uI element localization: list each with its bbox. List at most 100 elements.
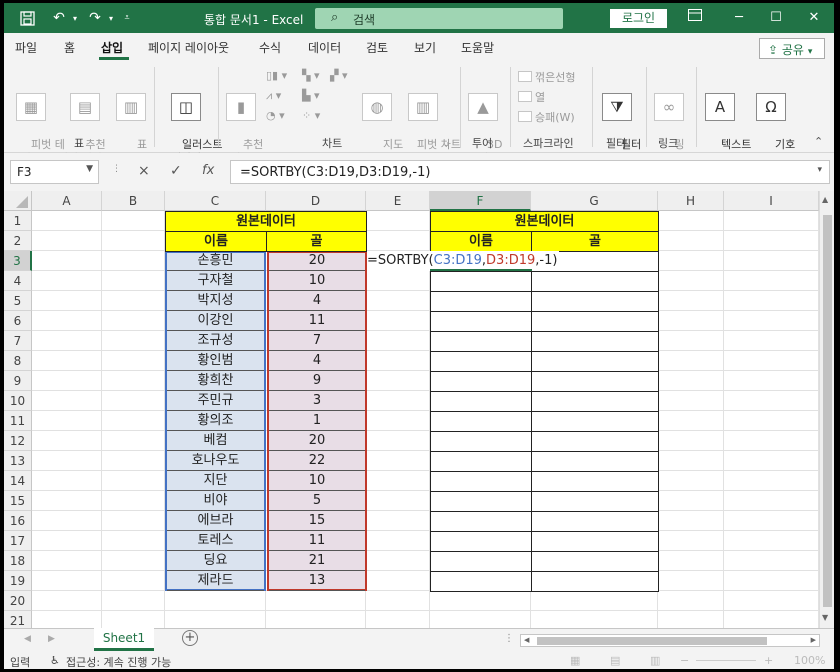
result-name-cell[interactable] (430, 471, 532, 492)
search-box[interactable]: ⌕ 검색 (315, 8, 563, 29)
minimize-icon[interactable]: ─ (729, 8, 749, 28)
column-header-a[interactable]: A (32, 191, 102, 211)
column-header-f[interactable]: F (430, 191, 531, 211)
column-header-d[interactable]: D (266, 191, 366, 211)
zoom-slider[interactable] (696, 660, 756, 661)
vertical-scrollbar[interactable]: ▲ ▼ (819, 191, 834, 628)
name-cell[interactable]: 딩요 (167, 551, 264, 571)
result-name-cell[interactable] (430, 551, 532, 572)
save-icon[interactable] (18, 9, 36, 27)
collapse-ribbon-icon[interactable]: ⌃ (814, 135, 823, 148)
scroll-down-icon[interactable]: ▼ (822, 613, 828, 622)
row-header-14[interactable]: 14 (4, 471, 32, 491)
row-header-12[interactable]: 12 (4, 431, 32, 451)
goal-cell[interactable]: 15 (269, 511, 365, 531)
result-name-cell[interactable] (430, 491, 532, 512)
close-icon[interactable]: ✕ (804, 8, 824, 28)
zoom-in-icon[interactable]: + (764, 654, 773, 667)
hierarchy-chart-icon[interactable]: ▚ ▾ (302, 69, 319, 82)
result-name-cell[interactable] (430, 371, 532, 392)
name-box-dropdown-icon[interactable]: ▼ (86, 164, 93, 174)
result-header-name[interactable]: 이름 (430, 231, 532, 252)
row-header-19[interactable]: 19 (4, 571, 32, 591)
result-goal-cell[interactable] (531, 471, 659, 492)
tab-review[interactable]: 검토 (366, 39, 388, 56)
column-header-b[interactable]: B (102, 191, 165, 211)
result-goal-cell[interactable] (531, 511, 659, 532)
zoom-out-icon[interactable]: − (680, 654, 689, 667)
goal-cell[interactable]: 3 (269, 391, 365, 411)
goal-cell[interactable]: 4 (269, 291, 365, 311)
row-header-6[interactable]: 6 (4, 311, 32, 331)
goal-cell[interactable]: 21 (269, 551, 365, 571)
result-name-cell[interactable] (430, 351, 532, 372)
result-name-cell[interactable] (430, 451, 532, 472)
formula-input[interactable]: =SORTBY(C3:D19,D3:D19,-1) ▾ (230, 160, 830, 184)
result-goal-cell[interactable] (531, 351, 659, 372)
name-cell[interactable]: 황희찬 (167, 371, 264, 391)
row-header-13[interactable]: 13 (4, 451, 32, 471)
result-name-cell[interactable] (430, 531, 532, 552)
result-title-cell[interactable]: 원본데이터 (430, 211, 659, 232)
goal-cell[interactable]: 4 (269, 351, 365, 371)
result-name-cell[interactable] (430, 311, 532, 332)
sparkline-winloss-button[interactable]: 승패(W) (518, 109, 575, 125)
result-name-cell[interactable] (430, 331, 532, 352)
name-cell[interactable]: 황인범 (167, 351, 264, 371)
tab-file[interactable]: 파일 (15, 39, 37, 56)
tab-help[interactable]: 도움말 (461, 39, 494, 56)
row-header-8[interactable]: 8 (4, 351, 32, 371)
tab-data[interactable]: 데이터 (308, 39, 341, 56)
insert-function-icon[interactable]: fx (202, 163, 214, 178)
goal-cell[interactable]: 7 (269, 331, 365, 351)
enter-icon[interactable]: ✓ (170, 163, 182, 179)
pivot-chart-button[interactable]: ▥ 피벗 차트 (396, 65, 461, 166)
tab-home[interactable]: 홈 (64, 39, 75, 56)
active-cell-editor[interactable]: =SORTBY(C3:D19,D3:D19,-1) (367, 251, 560, 271)
result-name-cell[interactable] (430, 511, 532, 532)
maximize-icon[interactable]: ☐ (766, 8, 786, 28)
name-cell[interactable]: 손흥민 (167, 251, 264, 271)
sparkline-column-button[interactable]: 열 (518, 89, 545, 105)
result-goal-cell[interactable] (531, 431, 659, 452)
goal-cell[interactable]: 11 (269, 311, 365, 331)
expand-formula-bar-icon[interactable]: ▾ (817, 165, 822, 175)
column-header-e[interactable]: E (366, 191, 430, 211)
tab-insert[interactable]: 삽입 (101, 39, 123, 56)
goal-cell[interactable]: 20 (269, 251, 365, 271)
result-goal-cell[interactable] (531, 371, 659, 392)
result-name-cell[interactable] (430, 291, 532, 312)
result-goal-cell[interactable] (531, 271, 659, 292)
result-goal-cell[interactable] (531, 451, 659, 472)
name-box[interactable]: F3 ▼ (10, 160, 99, 184)
column-header-g[interactable]: G (531, 191, 658, 211)
result-name-cell[interactable] (430, 431, 532, 452)
source-title-cell[interactable]: 원본데이터 (165, 211, 367, 232)
name-cell[interactable]: 비야 (167, 491, 264, 511)
name-cell[interactable]: 에브라 (167, 511, 264, 531)
normal-view-icon[interactable]: ▦ (570, 654, 580, 667)
goal-cell[interactable]: 13 (269, 571, 365, 591)
zoom-level[interactable]: 100% (794, 654, 825, 667)
scatter-chart-icon[interactable]: ⁘ ▾ (302, 109, 320, 122)
waterfall-chart-icon[interactable]: ▙ ▾ (302, 89, 319, 102)
name-cell[interactable]: 이강인 (167, 311, 264, 331)
result-name-cell[interactable] (430, 391, 532, 412)
row-header-18[interactable]: 18 (4, 551, 32, 571)
scroll-up-icon[interactable]: ▲ (822, 195, 828, 204)
page-break-view-icon[interactable]: ▥ (650, 654, 660, 667)
result-goal-cell[interactable] (531, 411, 659, 432)
formula-bar-grip-icon[interactable]: ⋮ (112, 164, 121, 174)
next-sheet-icon[interactable]: ▶ (48, 634, 55, 644)
row-header-10[interactable]: 10 (4, 391, 32, 411)
undo-dropdown-icon[interactable]: ▾ (66, 9, 84, 27)
column-header-i[interactable]: I (724, 191, 819, 211)
row-header-9[interactable]: 9 (4, 371, 32, 391)
tab-split-handle-icon[interactable]: ⋮ (504, 633, 514, 644)
result-goal-cell[interactable] (531, 571, 659, 592)
sparkline-line-button[interactable]: 꺾은선형 (518, 69, 575, 85)
result-goal-cell[interactable] (531, 491, 659, 512)
result-goal-cell[interactable] (531, 291, 659, 312)
name-cell[interactable]: 황의조 (167, 411, 264, 431)
result-goal-cell[interactable] (531, 551, 659, 572)
